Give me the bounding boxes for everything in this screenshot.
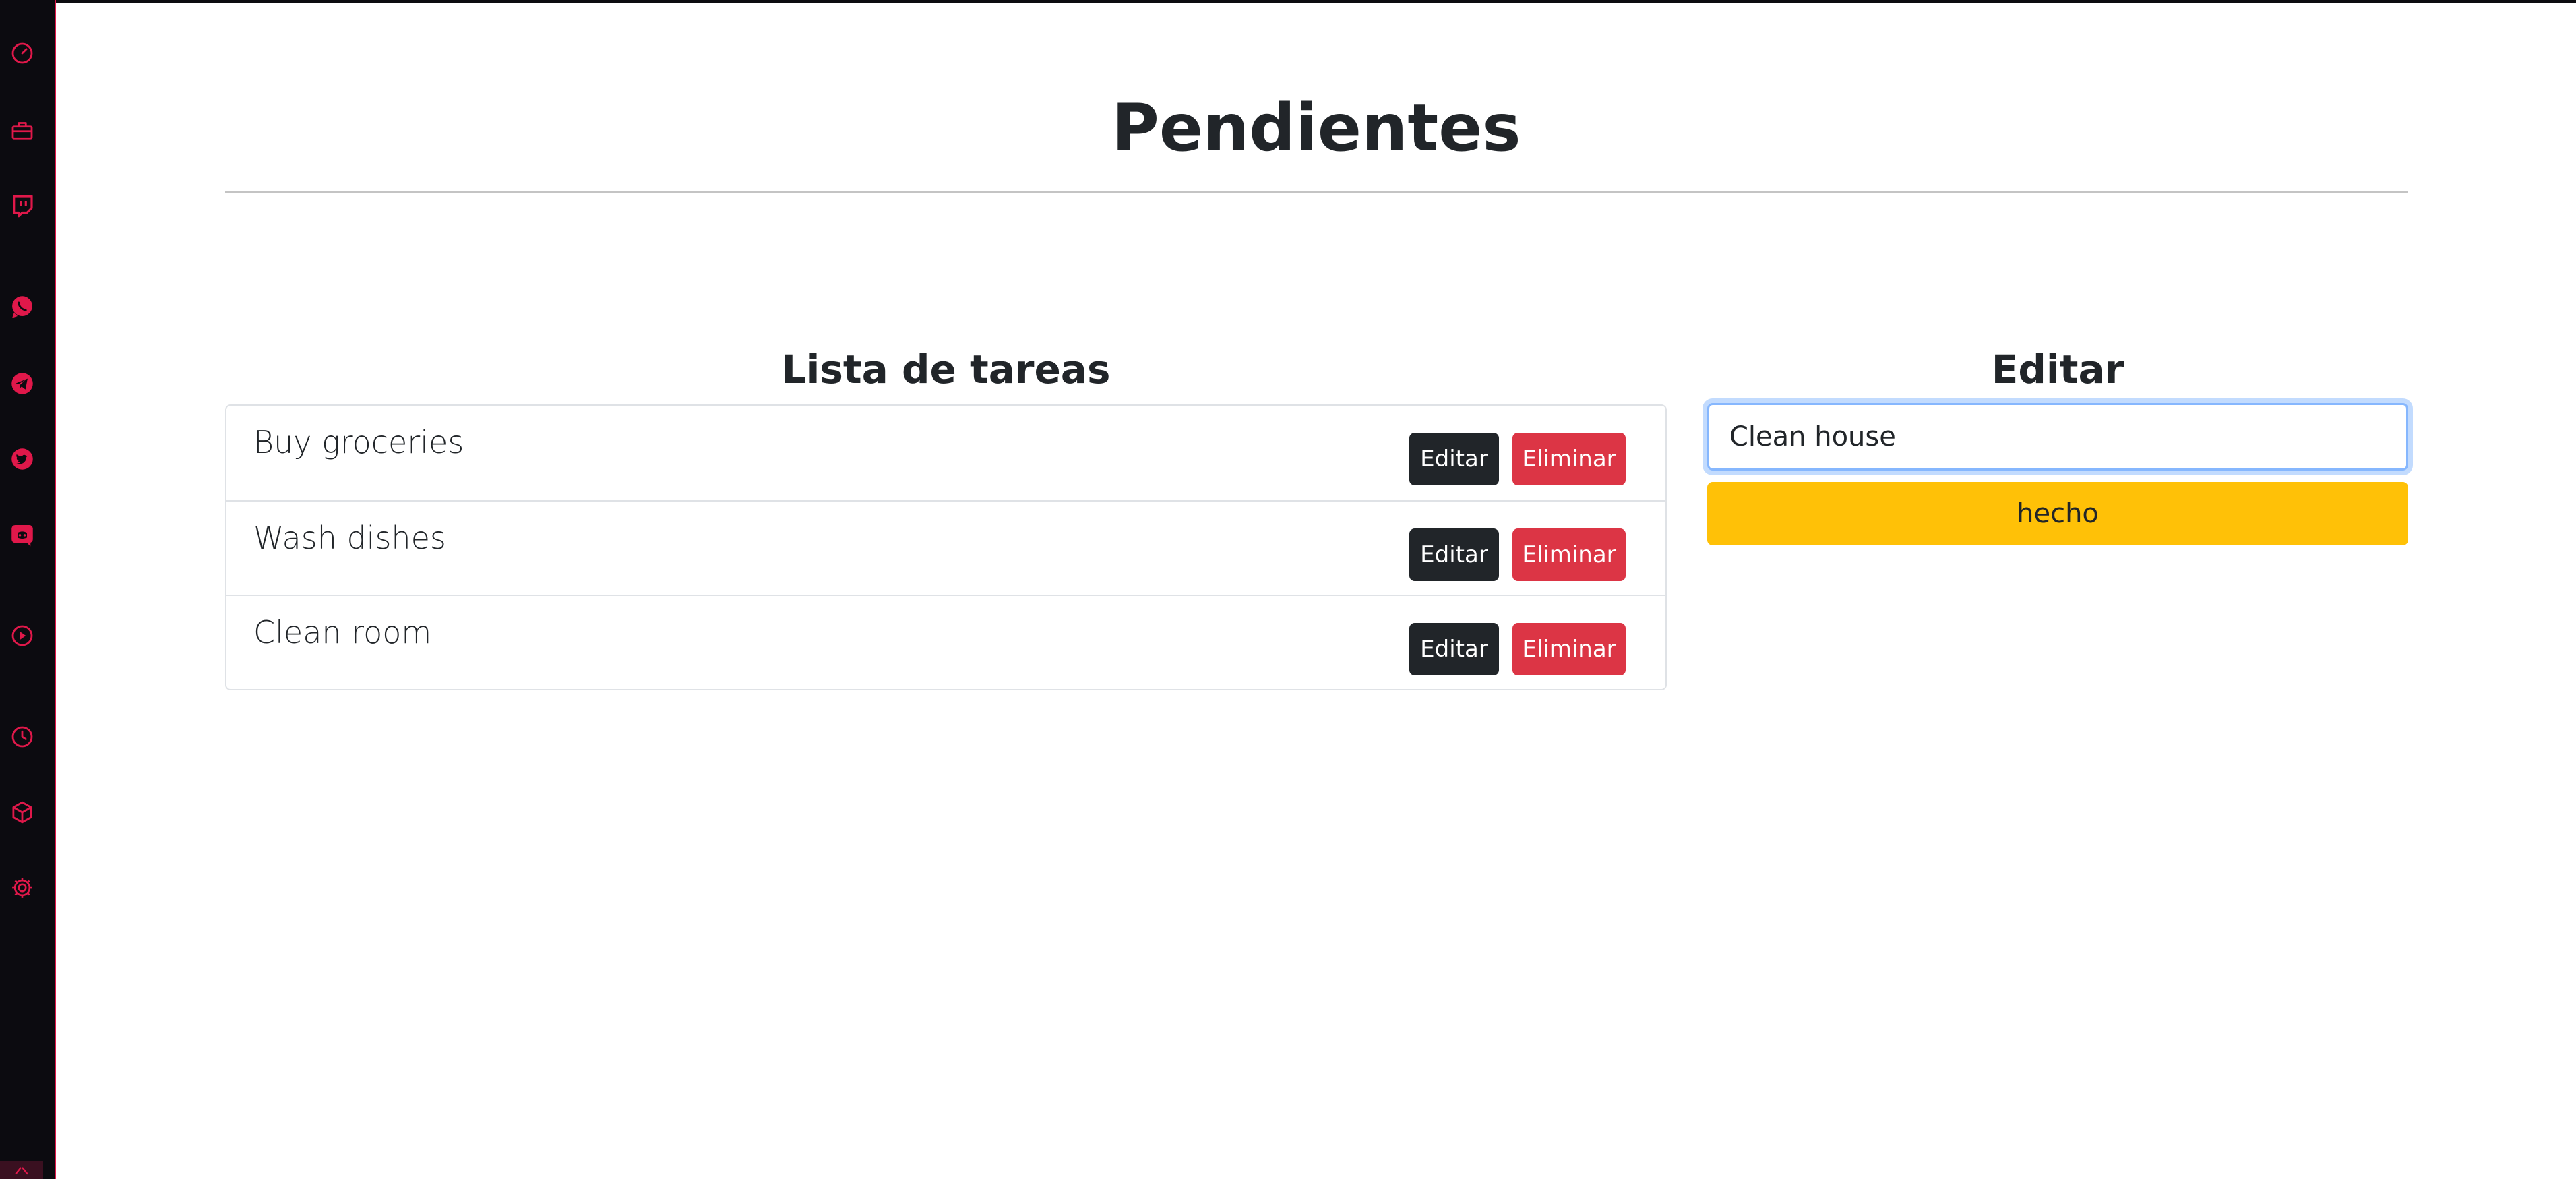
sidebar (0, 0, 56, 1179)
task-text: Clean room (253, 614, 432, 651)
task-item: Clean room Editar Eliminar (226, 595, 1665, 689)
delete-button[interactable]: Eliminar (1512, 528, 1626, 581)
done-button[interactable]: hecho (1707, 482, 2408, 545)
edit-heading: Editar (1991, 346, 2124, 392)
speedometer-icon[interactable] (8, 39, 36, 67)
edit-button[interactable]: Editar (1409, 623, 1499, 675)
play-icon[interactable] (8, 622, 36, 650)
task-list: Buy groceries Editar Eliminar Wash dishe… (225, 404, 1667, 690)
top-border (0, 0, 2576, 3)
twitch-icon[interactable] (8, 191, 36, 220)
clock-icon[interactable] (8, 723, 36, 751)
gear-icon[interactable] (8, 874, 36, 902)
task-item: Buy groceries Editar Eliminar (226, 406, 1665, 500)
delete-button[interactable]: Eliminar (1512, 623, 1626, 675)
page-title: Pendientes (1111, 90, 1521, 166)
task-item: Wash dishes Editar Eliminar (226, 500, 1665, 595)
edit-button[interactable]: Editar (1409, 433, 1499, 485)
task-text: Wash dishes (253, 520, 446, 556)
whatsapp-icon[interactable] (8, 293, 36, 321)
title-divider (225, 191, 2408, 193)
edit-task-input[interactable] (1707, 403, 2408, 471)
telegram-icon[interactable] (8, 369, 36, 398)
expand-icon[interactable] (0, 1161, 43, 1179)
task-list-heading: Lista de tareas (781, 346, 1111, 392)
task-text: Buy groceries (253, 424, 464, 460)
delete-button[interactable]: Eliminar (1512, 433, 1626, 485)
twitter-icon[interactable] (8, 445, 36, 473)
discord-icon[interactable] (8, 520, 36, 549)
cube-icon[interactable] (8, 798, 36, 826)
edit-button[interactable]: Editar (1409, 528, 1499, 581)
toolbox-icon[interactable] (8, 116, 36, 144)
